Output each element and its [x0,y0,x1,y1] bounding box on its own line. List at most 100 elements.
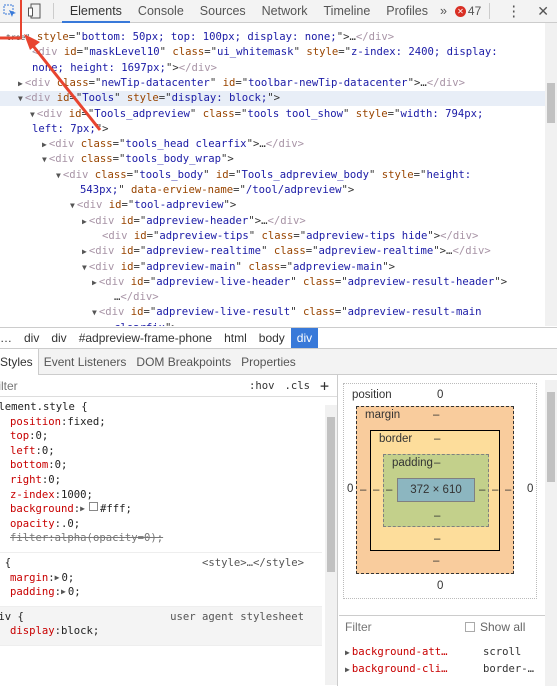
dom-node-row[interactable]: ▼ <div class="tools_body_wrap"> [42,152,234,167]
collapse-arrow-icon[interactable]: ▼ [92,308,97,317]
padding-left[interactable]: – [386,484,392,496]
style-property[interactable]: z-index: 1000; [0,488,322,503]
style-property[interactable]: bottom: 0; [0,458,322,473]
border-top[interactable]: – [434,433,440,445]
position-bottom[interactable]: 0 [437,580,443,592]
device-toolbar-icon[interactable] [25,1,44,21]
border-right[interactable]: – [492,484,498,496]
dom-node-row[interactable]: 543px;" data-erview-name="/tool/adprevie… [80,183,354,198]
collapse-arrow-icon[interactable]: ▼ [18,94,23,103]
close-button[interactable]: ✕ [529,3,557,20]
tab-event-listeners[interactable]: Event Listeners [39,349,132,375]
position-left[interactable]: 0 [347,483,353,495]
tab-network[interactable]: Network [254,0,316,23]
expand-arrow-icon[interactable]: ▶ [61,585,66,600]
style-property[interactable]: right: 0; [0,473,322,488]
dom-node-row[interactable]: ▼ <div id="adpreview-main" class="adprevi… [82,260,395,275]
dom-node-row[interactable]: ▶ <div id="adpreview-live-header" class="… [92,275,507,290]
dom-node-row[interactable]: none; height: 1697px;"></div> [32,61,217,76]
dom-node-row[interactable]: ▶ <div class="newTip-datacenter" id="tool… [18,76,465,91]
style-property[interactable]: top: 0; [0,429,322,444]
breadcrumb-item[interactable]: #adpreview-frame-phone [73,328,218,349]
tab-styles[interactable]: Styles [0,348,39,375]
expand-arrow-icon[interactable]: ▶ [92,278,97,287]
border-left[interactable]: – [373,484,379,496]
dom-node-row[interactable]: ▶ <div id="adpreview-header">…</div> [82,214,306,229]
dom-node-row[interactable]: ▼ <div id="Tools" style="display: block;"… [0,91,545,107]
style-property[interactable]: padding: ▶ 0; [0,585,322,600]
computed-row[interactable]: ▶ background-cli… border-… [345,663,534,675]
dom-node-row[interactable]: ▶ <div id="adpreview-realtime" class="adp… [82,244,491,259]
expand-arrow-icon[interactable]: ▶ [18,79,23,88]
dom-node-row[interactable]: ▼ <div class="tools_body" id="Tools_adpre… [56,168,471,183]
tab-profiles[interactable]: Profiles [378,0,436,23]
hover-state-toggle[interactable]: :hov [249,380,275,392]
styles-filter-input[interactable] [0,378,191,393]
collapse-arrow-icon[interactable]: tree" [6,33,35,42]
collapse-arrow-icon[interactable]: ▼ [82,263,87,272]
computed-filter-input[interactable] [345,619,465,634]
inspect-element-icon[interactable] [0,1,19,21]
style-property[interactable]: left: 0; [0,444,322,459]
dom-node-row[interactable]: …</div> [114,290,159,305]
show-all-checkbox[interactable] [465,621,475,632]
style-property[interactable]: display: block; [0,624,322,639]
margin-top[interactable]: – [433,409,439,421]
rule-selector[interactable]: div { [0,610,24,625]
more-tabs-button[interactable]: » [436,0,451,23]
styles-scrollbar[interactable] [325,405,337,685]
breadcrumb-item-selected[interactable]: div [290,327,319,349]
position-right[interactable]: 0 [527,483,533,495]
rule-selector[interactable]: element.style { [0,400,88,415]
rule-source-link[interactable]: <style>…</style> [202,556,322,571]
dom-node-row[interactable]: left: 7px;"> [32,122,109,137]
breadcrumb-item[interactable]: html [218,328,253,349]
computed-scrollbar[interactable] [545,380,557,686]
dom-node-row[interactable]: ▼ <div id="tool-adpreview"> [70,198,236,213]
collapse-arrow-icon[interactable]: ▼ [30,110,35,119]
tab-dom-breakpoints[interactable]: DOM Breakpoints [131,349,236,375]
breadcrumb-item[interactable]: body [253,328,291,349]
position-top[interactable]: 0 [437,389,443,401]
breadcrumb-item[interactable]: div [45,328,72,349]
breadcrumb-item[interactable]: div [18,328,45,349]
computed-row[interactable]: ▶ background-att… scroll [345,646,521,658]
padding-right[interactable]: – [479,484,485,496]
dom-node-row[interactable]: ▼ <div id="Tools_adpreview" class="tools … [30,107,483,122]
menu-button[interactable]: ⋮ [498,2,529,20]
class-toggle[interactable]: .cls [284,380,310,392]
dom-node-row[interactable]: ▶ <div class="tools_head clearfix">…</div… [42,137,304,152]
style-property[interactable]: background: ▶ #fff; [0,502,322,517]
collapse-arrow-icon[interactable]: ▼ [70,201,75,210]
content-box[interactable]: 372 × 610 [397,478,475,502]
tab-console[interactable]: Console [130,0,192,23]
dom-node-row[interactable]: <div id="maskLevel10" class="ui_whitemas… [32,45,498,60]
breadcrumb-item[interactable]: … [0,328,18,349]
expand-arrow-icon[interactable]: ▶ [82,247,87,256]
expand-arrow-icon[interactable]: ▶ [55,571,60,586]
style-property[interactable]: filter: alpha(opacity=0); [0,531,322,546]
collapse-arrow-icon[interactable]: ▼ [56,171,61,180]
style-property[interactable]: position: fixed; [0,415,322,430]
expand-arrow-icon[interactable]: ▶ [80,502,85,517]
style-property[interactable]: margin: ▶ 0; [0,571,322,586]
tab-sources[interactable]: Sources [192,0,254,23]
padding-bottom[interactable]: – [434,510,440,522]
collapse-arrow-icon[interactable]: ▼ [42,155,47,164]
margin-bottom[interactable]: – [433,555,439,567]
color-swatch[interactable] [89,502,98,512]
style-property[interactable]: opacity: .0; [0,517,322,532]
dom-node-row[interactable]: tree" style="bottom: 50px; top: 100px; d… [6,30,394,45]
margin-left[interactable]: – [360,484,366,496]
tab-timeline[interactable]: Timeline [316,0,379,23]
tab-properties[interactable]: Properties [236,349,301,375]
dom-node-row[interactable]: <div id="adpreview-tips" class="adprevie… [102,229,478,244]
tab-elements[interactable]: Elements [61,0,130,23]
new-rule-button[interactable]: + [320,378,329,393]
border-bottom[interactable]: – [434,533,440,545]
expand-arrow-icon[interactable]: ▶ [42,140,47,149]
expand-arrow-icon[interactable]: ▶ [82,217,87,226]
rule-selector[interactable]: * { [0,556,11,571]
dom-node-row[interactable]: clearfix"> [114,321,178,326]
error-counter[interactable]: ✕ 47 [454,4,481,18]
